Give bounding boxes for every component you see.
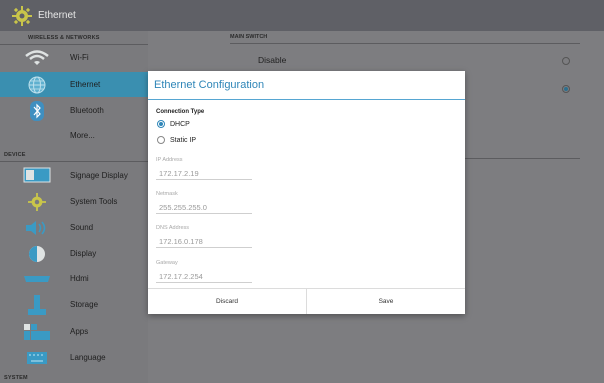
netmask-label: Netmask bbox=[156, 191, 178, 197]
section-header-device: DEVICE bbox=[0, 148, 148, 162]
static-ip-label: Static IP bbox=[170, 136, 197, 144]
dhcp-radio[interactable] bbox=[157, 120, 165, 128]
dialog-title-divider bbox=[148, 99, 465, 100]
sidebar-item-ethernet[interactable]: Ethernet bbox=[0, 72, 148, 97]
app-title: Ethernet bbox=[38, 10, 76, 21]
sidebar-item-label: Display bbox=[70, 249, 97, 258]
ip-address-label: IP Address bbox=[156, 157, 183, 163]
dialog-button-bar: Discard Save bbox=[148, 288, 465, 314]
dialog-title: Ethernet Configuration bbox=[154, 79, 265, 91]
sidebar-item-hdmi[interactable]: Hdmi bbox=[0, 266, 148, 291]
sidebar-item-language[interactable]: Language bbox=[0, 345, 148, 370]
globe-icon bbox=[22, 75, 52, 95]
ip-address-field[interactable]: 172.17.2.19 bbox=[156, 168, 252, 180]
wifi-icon bbox=[22, 48, 52, 68]
sidebar-item-signage-display[interactable]: Signage Display bbox=[0, 163, 148, 188]
dhcp-option[interactable]: DHCP bbox=[157, 120, 190, 128]
section-header-system: SYSTEM bbox=[0, 371, 148, 383]
sidebar-item-label: More... bbox=[70, 131, 95, 140]
gear-icon bbox=[22, 192, 52, 212]
main-switch-header: MAIN SWITCH bbox=[230, 31, 580, 44]
title-bar: Ethernet bbox=[0, 0, 604, 31]
display-icon bbox=[22, 166, 52, 186]
gateway-label: Gateway bbox=[156, 260, 178, 266]
sidebar-item-system-tools[interactable]: System Tools bbox=[0, 189, 148, 214]
sidebar-item-apps[interactable]: Apps bbox=[0, 319, 148, 344]
sidebar-item-label: Sound bbox=[70, 223, 94, 232]
sidebar-item-label: Ethernet bbox=[70, 80, 101, 89]
dns-address-field[interactable]: 172.16.0.178 bbox=[156, 236, 252, 248]
static-ip-option[interactable]: Static IP bbox=[157, 136, 196, 144]
sidebar-item-label: Storage bbox=[70, 300, 99, 309]
sidebar-item-display[interactable]: Display bbox=[0, 241, 148, 266]
brightness-icon bbox=[22, 244, 52, 264]
sidebar-item-storage[interactable]: Storage bbox=[0, 292, 148, 317]
sidebar-item-label: Apps bbox=[70, 327, 89, 336]
sidebar-item-more[interactable]: More... bbox=[0, 123, 148, 148]
gear-icon bbox=[12, 5, 32, 26]
dns-address-label: DNS Address bbox=[156, 225, 190, 231]
dhcp-label: DHCP bbox=[170, 120, 190, 128]
section-header-wireless: WIRELESS & NETWORKS bbox=[0, 31, 148, 45]
storage-icon bbox=[22, 294, 52, 315]
sidebar-item-label: System Tools bbox=[70, 197, 118, 206]
keyboard-icon bbox=[22, 348, 52, 368]
sidebar-item-label: Language bbox=[70, 353, 106, 362]
sidebar-item-sound[interactable]: Sound bbox=[0, 215, 148, 240]
apps-icon bbox=[22, 322, 52, 342]
enable-radio[interactable] bbox=[562, 85, 570, 93]
disable-radio[interactable] bbox=[562, 57, 570, 65]
sidebar-item-label: Hdmi bbox=[70, 274, 89, 283]
sidebar-item-label: Signage Display bbox=[70, 171, 128, 180]
sidebar-item-bluetooth[interactable]: Bluetooth bbox=[0, 98, 148, 123]
save-button[interactable]: Save bbox=[307, 289, 465, 314]
discard-button[interactable]: Discard bbox=[148, 289, 307, 314]
connection-type-label: Connection Type bbox=[156, 109, 205, 115]
bluetooth-icon bbox=[22, 100, 52, 121]
disable-label: Disable bbox=[258, 55, 287, 65]
settings-sidebar: WIRELESS & NETWORKS Wi-Fi Ethernet Bluet… bbox=[0, 31, 148, 383]
sidebar-item-label: Bluetooth bbox=[70, 106, 104, 115]
static-ip-radio[interactable] bbox=[157, 136, 165, 144]
gateway-field[interactable]: 172.17.2.254 bbox=[156, 271, 252, 283]
speaker-icon bbox=[22, 218, 52, 238]
netmask-field[interactable]: 255.255.255.0 bbox=[156, 202, 252, 214]
sidebar-item-label: Wi-Fi bbox=[70, 53, 89, 62]
ethernet-config-dialog: Ethernet Configuration Connection Type D… bbox=[148, 71, 465, 314]
sidebar-item-wifi[interactable]: Wi-Fi bbox=[0, 45, 148, 70]
hdmi-icon bbox=[22, 269, 52, 289]
